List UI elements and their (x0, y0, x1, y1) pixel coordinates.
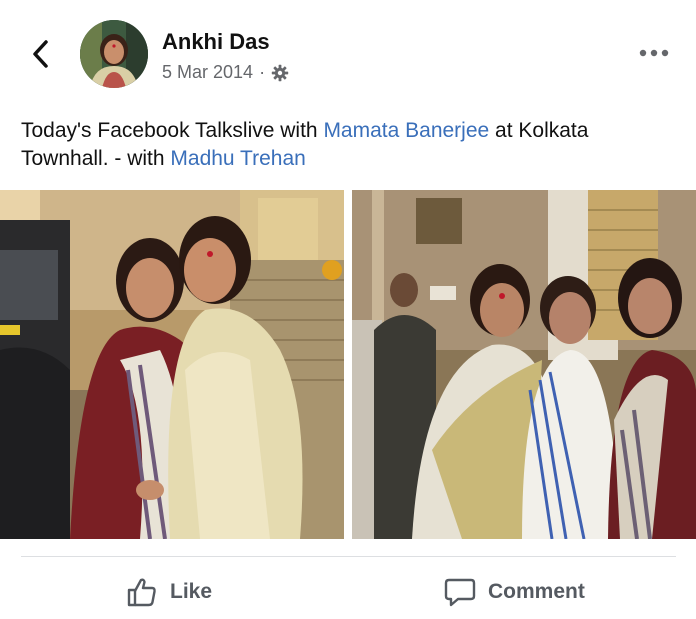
post-text-segment: Today's Facebook Talkslive with (21, 119, 324, 142)
thumbs-up-icon (126, 576, 158, 608)
post-date[interactable]: 5 Mar 2014 (162, 62, 253, 83)
comment-bubble-icon (444, 576, 476, 608)
more-dots-icon (639, 49, 669, 57)
post-meta: 5 Mar 2014 · (162, 62, 289, 83)
author-name[interactable]: Ankhi Das (162, 29, 270, 55)
comment-button[interactable]: Comment (444, 570, 585, 614)
post-text: Today's Facebook Talkslive with Mamata B… (21, 117, 681, 173)
mention-link[interactable]: Madhu Trehan (170, 147, 305, 170)
like-label: Like (170, 580, 213, 603)
post-photo[interactable] (352, 190, 696, 539)
avatar[interactable] (80, 20, 148, 88)
back-button[interactable] (24, 34, 56, 74)
post-photo[interactable] (0, 190, 344, 539)
actions-divider (21, 556, 676, 557)
like-button[interactable]: Like (126, 570, 212, 614)
more-options-button[interactable] (632, 38, 676, 68)
gear-icon (271, 64, 289, 81)
comment-label: Comment (488, 580, 585, 603)
post-view: Ankhi Das 5 Mar 2014 · Today's Facebook … (0, 0, 696, 619)
mention-link[interactable]: Mamata Banerjee (323, 119, 489, 142)
chevron-left-icon (33, 40, 48, 68)
meta-separator: · (259, 62, 266, 82)
